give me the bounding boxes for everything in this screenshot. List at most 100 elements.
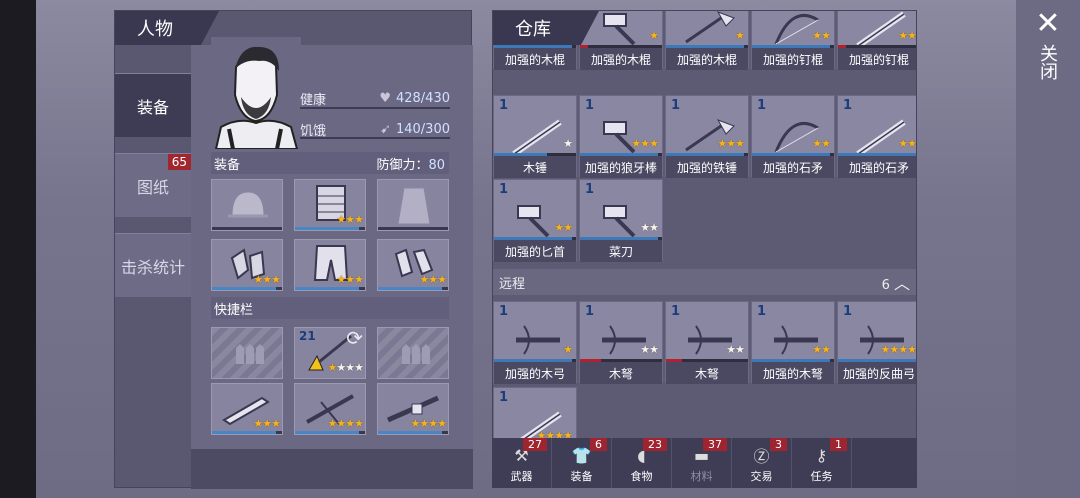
ranged-count: 6 (881, 278, 890, 293)
item-stars: ★★ (554, 221, 573, 234)
storage-item[interactable]: ★★ 加强的钉棍 (837, 11, 916, 70)
item-name: 加强的木棍 (580, 48, 662, 70)
slot-pants[interactable]: ★★★ (294, 239, 366, 291)
blueprints-badge: 65 (167, 154, 191, 170)
storage-item[interactable]: 1 ★★ 加强的匕首 (493, 179, 577, 262)
tab-kill-stats[interactable]: 击杀统计 (115, 233, 191, 297)
item-name: 加强的反曲弓 (838, 362, 916, 384)
item-stars: ★★ (640, 343, 659, 356)
item-stars: ★★★ (631, 137, 659, 150)
item-stars: ★★★★ (880, 343, 916, 356)
storage-panel-title: 仓库 (493, 11, 599, 45)
quickbar-slot-shotgun[interactable]: ★★★★ (377, 383, 449, 435)
item-name: 加强的木弩 (752, 362, 834, 384)
storage-item[interactable]: 1 ★ 加强的木弓 (493, 301, 577, 384)
slot-cloak[interactable] (377, 179, 449, 231)
health-value: 428/430 (395, 91, 450, 106)
weapon-icon (603, 13, 636, 46)
close-button[interactable]: 关闭 (1037, 44, 1060, 80)
nav-axe[interactable]: 27 ⚒ 武器 (492, 438, 552, 488)
storage-item[interactable]: 1 ★★ 加强的木弩 (751, 301, 835, 384)
equipment-section-title: 装备 防御力：80 (211, 152, 449, 174)
storage-item[interactable]: 1 ★★★★ 加强的反曲弓 (837, 301, 916, 384)
storage-grid: ★加强的木棍★加强的木棍★加强的木棍★★加强的钉棍★★加强的钉棍1★木锤1★★★… (493, 11, 916, 487)
storage-item[interactable]: 1 ★★ 加强的石矛 (837, 95, 916, 178)
quickbar-slot-machete[interactable]: ★★★ (211, 383, 283, 435)
quickbar-slot-locked-1[interactable] (211, 327, 283, 379)
slot-boots[interactable]: ★★★ (377, 239, 449, 291)
screen-edge (0, 0, 36, 498)
nav-label: 材料 (690, 470, 713, 483)
stomach-icon: ➹ (380, 122, 391, 137)
quickbar-slot-torch[interactable]: 21 ⟳ ★★★★ (294, 327, 366, 379)
item-stars: ★ (649, 29, 659, 42)
item-stars: ★★ (726, 343, 745, 356)
helmet-icon (228, 191, 268, 218)
storage-item[interactable]: 1 ★★ 木弩 (665, 301, 749, 384)
nav-label: 任务 (810, 470, 833, 483)
item-stars: ★★ (812, 137, 831, 150)
storage-item[interactable]: 1 ★★★ 加强的狼牙棒 (579, 95, 663, 178)
item-stars: ★ (735, 29, 745, 42)
item-name: 加强的木弓 (494, 362, 576, 384)
character-portrait (211, 37, 301, 149)
nav-material[interactable]: 37 ▬ 材料 (672, 438, 732, 488)
item-name: 加强的匕首 (494, 240, 576, 262)
quickbar-slot-crossbow[interactable]: ★★★★ (294, 383, 366, 435)
armor-stars: ★★★ (336, 213, 364, 226)
item-name: 木锤 (494, 156, 576, 178)
nav-label: 食物 (630, 470, 653, 483)
nav-key[interactable]: 1 ⚷ 任务 (792, 438, 852, 488)
defense-label: 防御力： (376, 157, 429, 173)
storage-panel: ★加强的木棍★加强的木棍★加强的木棍★★加强的钉棍★★加强的钉棍1★木锤1★★★… (492, 10, 917, 488)
item-stars: ★ (563, 137, 573, 150)
quickbar-label: 快捷栏 (214, 302, 254, 318)
item-stars: ★★ (898, 137, 916, 150)
nav-trade-coin[interactable]: 3 Ⓩ 交易 (732, 438, 792, 488)
storage-item[interactable]: 1 ★ 木锤 (493, 95, 577, 178)
nav-badge: 37 (703, 438, 727, 451)
item-name: 加强的钉棍 (752, 48, 834, 70)
storage-item[interactable]: ★★ 加强的钉棍 (751, 11, 835, 70)
storage-item[interactable]: 1 ★★★ 加强的铁锤 (665, 95, 749, 178)
health-bar (300, 107, 450, 109)
item-stars: ★★ (812, 29, 831, 42)
slot-armor[interactable]: ★★★ (294, 179, 366, 231)
item-name: 木弩 (666, 362, 748, 384)
storage-item[interactable]: ★ 加强的木棍 (665, 11, 749, 70)
nav-badge: 6 (590, 438, 607, 451)
nav-food[interactable]: 23 ◖ 食物 (612, 438, 672, 488)
hunger-value: 140/300 (395, 122, 450, 137)
tab-blueprints[interactable]: 图纸 65 (115, 153, 191, 217)
bow-icon (516, 325, 560, 355)
slot-gloves[interactable]: ★★★ (211, 239, 283, 291)
quickbar-slot-locked-2[interactable] (377, 327, 449, 379)
equipment-label: 装备 (214, 157, 241, 173)
crossbow-stars: ★★★★ (327, 417, 364, 430)
close-icon[interactable]: ✕ (1032, 8, 1064, 40)
item-stars: ★★ (640, 221, 659, 234)
item-name: 加强的木棍 (666, 48, 748, 70)
nav-shirt[interactable]: 6 👕 装备 (552, 438, 612, 488)
item-stars: ★★★ (717, 137, 745, 150)
storage-item[interactable]: 1 ★★ 加强的石矛 (751, 95, 835, 178)
locked-fence-icon (236, 344, 264, 364)
nav-label: 装备 (570, 470, 593, 483)
tab-kill-stats-label: 击杀统计 (120, 257, 185, 277)
storage-item[interactable]: 1 ★★ 菜刀 (579, 179, 663, 262)
quickbar-section-title: 快捷栏 (211, 297, 449, 319)
ranged-category-header[interactable]: 远程 6 ︿ (493, 269, 916, 295)
item-name: 加强的木棍 (494, 48, 576, 70)
tab-equipment[interactable]: 装备 (115, 73, 191, 137)
item-name: 菜刀 (580, 240, 662, 262)
slot-helmet[interactable] (211, 179, 283, 231)
chevron-up-icon: ︿ (893, 274, 910, 293)
machete-stars: ★★★ (253, 417, 281, 430)
swap-icon[interactable]: ⟳ (346, 328, 363, 350)
character-panel-title: 人物 (115, 11, 219, 45)
nav-badge: 27 (523, 438, 547, 451)
item-name: 加强的石矛 (838, 156, 916, 178)
storage-item[interactable]: 1 ★★ 木弩 (579, 301, 663, 384)
hunger-bar (300, 137, 450, 139)
ranged-label: 远程 (499, 276, 526, 292)
